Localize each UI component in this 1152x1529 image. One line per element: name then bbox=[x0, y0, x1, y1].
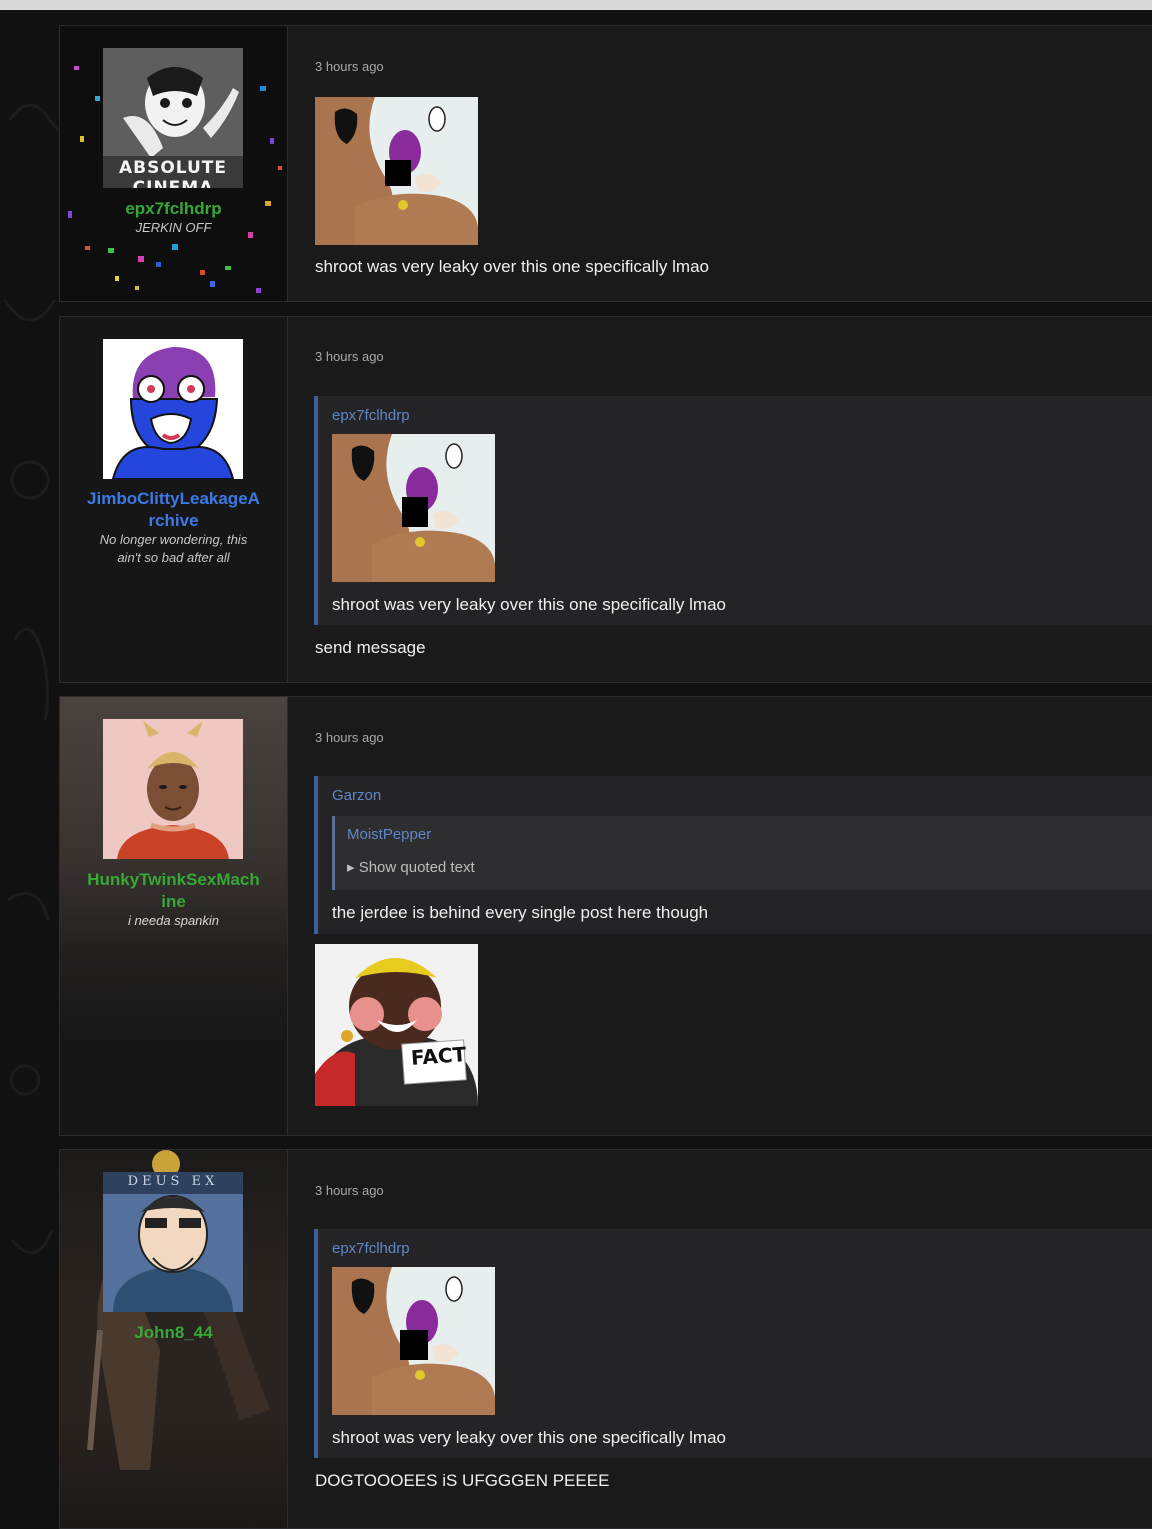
user-title: JERKIN OFF bbox=[135, 220, 212, 235]
user-title-line2: ain't so bad after all bbox=[117, 550, 230, 565]
post-message: DOGTOOOEES iS UFGGGEN PEEEE bbox=[315, 1471, 610, 1490]
post-2-author-panel: JimboClittyLeakageA rchive No longer won… bbox=[60, 317, 288, 682]
post-3-content: 3 hours ago Garzon MoistPepper ▸ Show qu… bbox=[288, 697, 1152, 1135]
post-1: ABSOLUTE CINEMA epx7fclhdrp JERKIN OFF 3… bbox=[59, 25, 1152, 302]
image-caption: FACT bbox=[410, 1042, 467, 1070]
post-image[interactable]: FACT bbox=[315, 944, 478, 1106]
post-timestamp: 3 hours ago bbox=[315, 1183, 384, 1198]
username-link-line1[interactable]: JimboClittyLeakageA bbox=[60, 488, 287, 510]
quote-author-link[interactable]: epx7fclhdrp bbox=[332, 1240, 410, 1257]
post-3-author-panel: HunkyTwinkSexMach ine i needa spankin bbox=[60, 697, 288, 1135]
post-1-author-panel: ABSOLUTE CINEMA epx7fclhdrp JERKIN OFF bbox=[60, 26, 288, 301]
quote-author-link[interactable]: Garzon bbox=[332, 787, 381, 804]
avatar[interactable] bbox=[103, 339, 243, 479]
username-link-line2[interactable]: ine bbox=[60, 891, 287, 913]
quote-block: Garzon MoistPepper ▸ Show quoted text th… bbox=[314, 776, 1152, 934]
quoted-image[interactable] bbox=[332, 434, 495, 582]
quote-text: shroot was very leaky over this one spec… bbox=[332, 1428, 726, 1447]
quote-block: epx7fclhdrp shroot was very leaky over t… bbox=[314, 396, 1152, 625]
avatar[interactable]: ABSOLUTE CINEMA bbox=[103, 48, 243, 188]
post-4: DEUS EX John8_44 3 hours ago epx7fclhdrp bbox=[59, 1149, 1152, 1529]
post-timestamp: 3 hours ago bbox=[315, 349, 384, 364]
user-title: i needa spankin bbox=[127, 913, 220, 928]
quote-text: the jerdee is behind every single post h… bbox=[332, 903, 709, 922]
quoted-image[interactable] bbox=[332, 1267, 495, 1415]
username-link[interactable]: John8_44 bbox=[60, 1322, 287, 1344]
quote-block: epx7fclhdrp shroot was very leaky over t… bbox=[314, 1229, 1152, 1458]
post-timestamp: 3 hours ago bbox=[315, 59, 384, 74]
quote-author-link[interactable]: epx7fclhdrp bbox=[332, 407, 410, 424]
nested-quote-author-link[interactable]: MoistPepper bbox=[347, 826, 431, 843]
user-title-line1: No longer wondering, this bbox=[99, 532, 248, 547]
post-message: shroot was very leaky over this one spec… bbox=[315, 257, 709, 276]
post-timestamp: 3 hours ago bbox=[315, 730, 384, 745]
post-1-content: 3 hours ago shroot was very leaky over t… bbox=[288, 26, 1152, 301]
avatar-caption: DEUS EX bbox=[127, 1174, 219, 1189]
username-link[interactable]: epx7fclhdrp bbox=[60, 198, 287, 220]
username-link-line1[interactable]: HunkyTwinkSexMach bbox=[60, 869, 287, 891]
avatar[interactable] bbox=[103, 719, 243, 859]
show-quoted-text-toggle[interactable]: ▸ Show quoted text bbox=[347, 858, 475, 876]
post-4-content: 3 hours ago epx7fclhdrp shroot was very … bbox=[288, 1150, 1152, 1528]
post-2: JimboClittyLeakageA rchive No longer won… bbox=[59, 316, 1152, 683]
avatar[interactable]: DEUS EX bbox=[103, 1172, 243, 1312]
quote-text: shroot was very leaky over this one spec… bbox=[332, 595, 726, 614]
username-link-line2[interactable]: rchive bbox=[60, 510, 287, 532]
nested-quote-block: MoistPepper ▸ Show quoted text bbox=[332, 816, 1152, 890]
post-3: HunkyTwinkSexMach ine i needa spankin 3 … bbox=[59, 696, 1152, 1136]
post-message: send message bbox=[315, 638, 426, 657]
post-4-author-panel: DEUS EX John8_44 bbox=[60, 1150, 288, 1528]
post-image[interactable] bbox=[315, 97, 478, 245]
post-2-content: 3 hours ago epx7fclhdrp shroot was very … bbox=[288, 317, 1152, 682]
avatar-caption: ABSOLUTE CINEMA bbox=[118, 158, 228, 188]
window-top-bar bbox=[0, 0, 1152, 10]
